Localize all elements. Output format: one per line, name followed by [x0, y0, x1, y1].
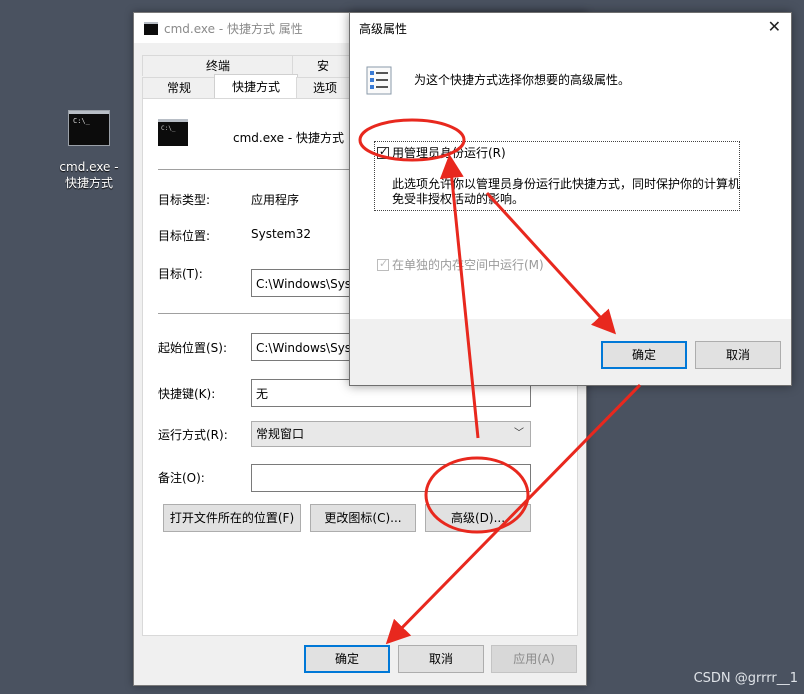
- highlight-circle-run-as-admin: [358, 118, 466, 162]
- annotation-overlay: [358, 118, 642, 645]
- highlight-circle-advanced: [424, 456, 530, 534]
- watermark: CSDN @grrrr__1: [693, 671, 798, 686]
- arrow-to-advanced-ok: [485, 191, 617, 335]
- arrow-to-run-as-admin: [439, 154, 480, 439]
- arrow-to-props-ok: [385, 383, 642, 645]
